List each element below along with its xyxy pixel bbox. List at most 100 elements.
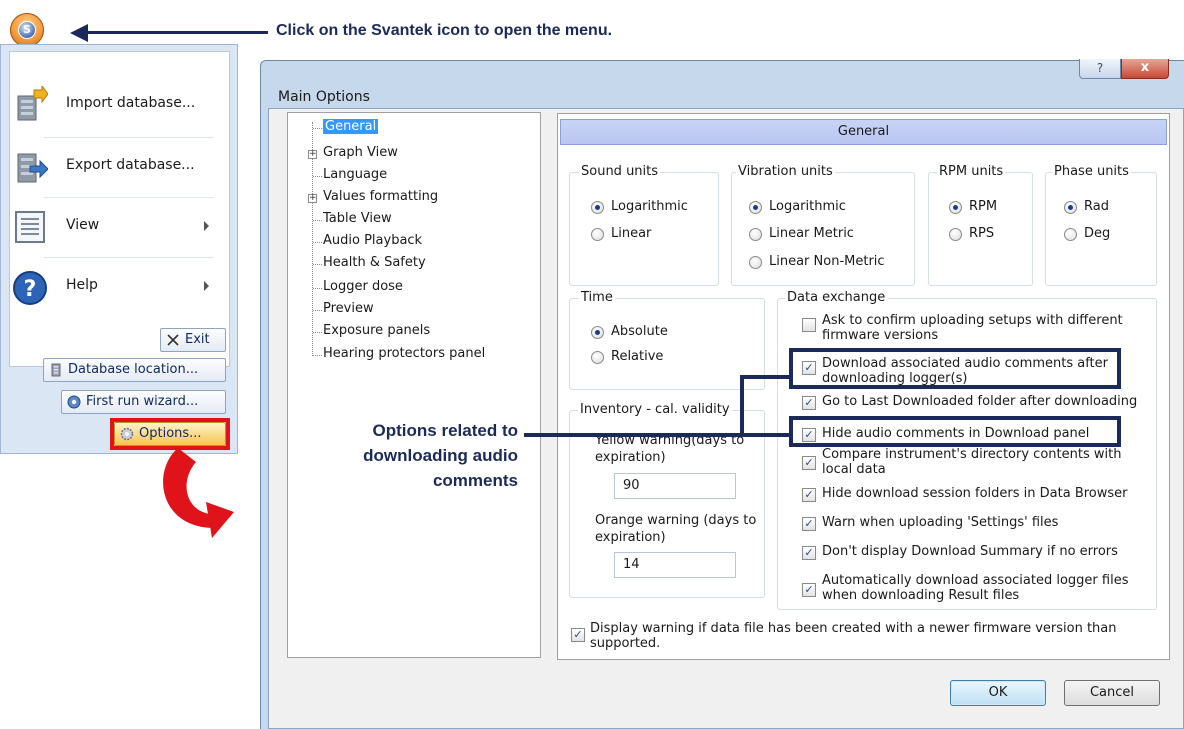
radio-label: Linear Metric — [769, 226, 854, 241]
radio-label: Relative — [611, 349, 664, 364]
help-icon: ? — [13, 271, 47, 305]
export-database-icon — [17, 153, 48, 183]
ok-button[interactable]: OK — [950, 680, 1046, 706]
tree-connector — [313, 310, 322, 311]
submenu-arrow-icon — [204, 281, 209, 291]
radio-deg[interactable] — [1064, 228, 1077, 241]
radio-vibration-linear-non-metric[interactable] — [749, 256, 762, 269]
tree-item-label: Language — [323, 167, 388, 182]
checkbox-go-to-last-downloaded[interactable]: ✓ — [802, 396, 816, 410]
tree-item-label: Table View — [323, 211, 392, 226]
radio-sound-logarithmic[interactable] — [591, 201, 604, 214]
tree-connector — [313, 355, 322, 356]
database-location-icon — [51, 363, 61, 377]
tree-item-audio-playback[interactable]: Audio Playback — [323, 231, 422, 253]
checkbox-auto-download-logger-files[interactable]: ✓ — [802, 583, 816, 597]
tree-connector — [313, 332, 322, 333]
radio-vibration-linear-metric[interactable] — [749, 228, 762, 241]
highlight-box-download-audio — [789, 348, 1121, 389]
radio-label: Linear Non-Metric — [769, 254, 885, 269]
group-label: Vibration units — [736, 164, 835, 179]
checkbox-label: Compare instrument's directory contents … — [822, 447, 1122, 477]
group-label: Sound units — [579, 164, 661, 179]
checkbox-firmware-warning[interactable]: ✓ — [571, 628, 585, 642]
tree-connector — [313, 264, 322, 265]
svantek-orb-button[interactable]: S — [10, 13, 44, 47]
close-icon — [167, 334, 179, 346]
expand-plus-icon[interactable]: + — [308, 194, 317, 203]
radio-label: Deg — [1084, 226, 1111, 241]
check-icon: ✓ — [804, 517, 814, 530]
check-icon: ✓ — [804, 396, 814, 409]
radio-label: Rad — [1084, 199, 1109, 214]
radio-time-relative[interactable] — [591, 351, 604, 364]
checkbox-no-download-summary[interactable]: ✓ — [802, 546, 816, 560]
radio-rpm[interactable] — [949, 201, 962, 214]
expand-plus-icon[interactable]: + — [308, 150, 317, 159]
menu-item-import-database[interactable]: Import database... — [10, 82, 215, 130]
yellow-warning-input[interactable]: 90 — [614, 473, 736, 499]
menu-item-label: View — [66, 217, 100, 233]
checkbox-label: Automatically download associated logger… — [822, 573, 1129, 603]
tree-item-table-view[interactable]: Table View — [323, 209, 392, 231]
radio-time-absolute[interactable] — [591, 326, 604, 339]
database-location-label: Database location... — [68, 362, 199, 377]
menu-item-label: Help — [66, 277, 98, 293]
menu-divider — [44, 197, 214, 198]
ok-label: OK — [988, 685, 1008, 700]
checkbox-hide-session-folders[interactable]: ✓ — [802, 488, 816, 502]
radio-vibration-logarithmic[interactable] — [749, 201, 762, 214]
tree-item-preview[interactable]: Preview — [323, 299, 374, 321]
tree-item-hearing-protectors-panel[interactable]: Hearing protectors panel — [323, 344, 485, 366]
menu-item-help[interactable]: ? Help — [10, 264, 215, 312]
dialog-title: Main Options — [278, 89, 370, 105]
check-icon: ✓ — [804, 583, 814, 596]
checkbox-ask-confirm-firmware[interactable] — [802, 318, 816, 332]
check-icon: ✓ — [804, 546, 814, 559]
menu-item-label: Import database... — [66, 95, 196, 111]
checkbox-label: Ask to confirm uploading setups with dif… — [822, 313, 1123, 343]
database-location-button[interactable]: Database location... — [43, 358, 226, 382]
yellow-warning-label: Yellow warning(days to expiration) — [595, 433, 745, 465]
checkbox-label: Don't display Download Summary if no err… — [822, 544, 1118, 559]
check-icon: ✓ — [804, 488, 814, 501]
exit-button[interactable]: Exit — [160, 328, 226, 352]
group-label: Inventory - cal. validity — [578, 402, 732, 417]
tree-item-general[interactable]: General — [323, 117, 379, 139]
tree-item-label: Exposure panels — [323, 323, 431, 338]
tree-item-exposure-panels[interactable]: Exposure panels — [323, 321, 430, 343]
orange-warning-label: Orange warning (days to expiration) — [595, 513, 757, 545]
tree-item-graph-view[interactable]: Graph View — [323, 143, 398, 165]
options-label: Options... — [139, 426, 202, 441]
group-label: Phase units — [1052, 164, 1131, 179]
orange-warning-input[interactable]: 14 — [614, 552, 736, 578]
tree-item-label: Values formatting — [323, 189, 439, 204]
callout-connector — [740, 375, 744, 437]
tree-item-label: Hearing protectors panel — [323, 346, 486, 361]
tree-item-values-formatting[interactable]: Values formatting — [323, 187, 438, 209]
radio-rad[interactable] — [1064, 201, 1077, 214]
tree-item-logger-dose[interactable]: Logger dose — [323, 277, 403, 299]
tree-item-label: General — [323, 119, 379, 134]
tree-item-label: Graph View — [323, 145, 398, 160]
tree-item-health-safety[interactable]: Health & Safety — [323, 253, 426, 275]
cancel-button[interactable]: Cancel — [1064, 680, 1160, 706]
first-run-wizard-button[interactable]: First run wizard... — [61, 390, 226, 414]
close-glyph: x — [1140, 60, 1150, 75]
time-group — [569, 298, 765, 390]
menu-item-view[interactable]: View — [10, 204, 215, 252]
menu-item-export-database[interactable]: Export database... — [10, 144, 215, 192]
help-button[interactable]: ? — [1079, 59, 1121, 79]
checkbox-compare-directory[interactable]: ✓ — [802, 456, 816, 470]
group-label: Time — [579, 290, 615, 305]
close-button[interactable]: x — [1121, 59, 1169, 79]
tree-connector — [313, 220, 322, 221]
radio-rps[interactable] — [949, 228, 962, 241]
checkbox-label: Hide download session folders in Data Br… — [822, 486, 1128, 501]
radio-label: Logarithmic — [769, 199, 846, 214]
checkbox-label: Display warning if data file has been cr… — [590, 621, 1117, 651]
help-glyph: ? — [1096, 61, 1104, 75]
tree-item-language[interactable]: Language — [323, 165, 387, 187]
checkbox-warn-uploading-settings[interactable]: ✓ — [802, 517, 816, 531]
radio-sound-linear[interactable] — [591, 228, 604, 241]
